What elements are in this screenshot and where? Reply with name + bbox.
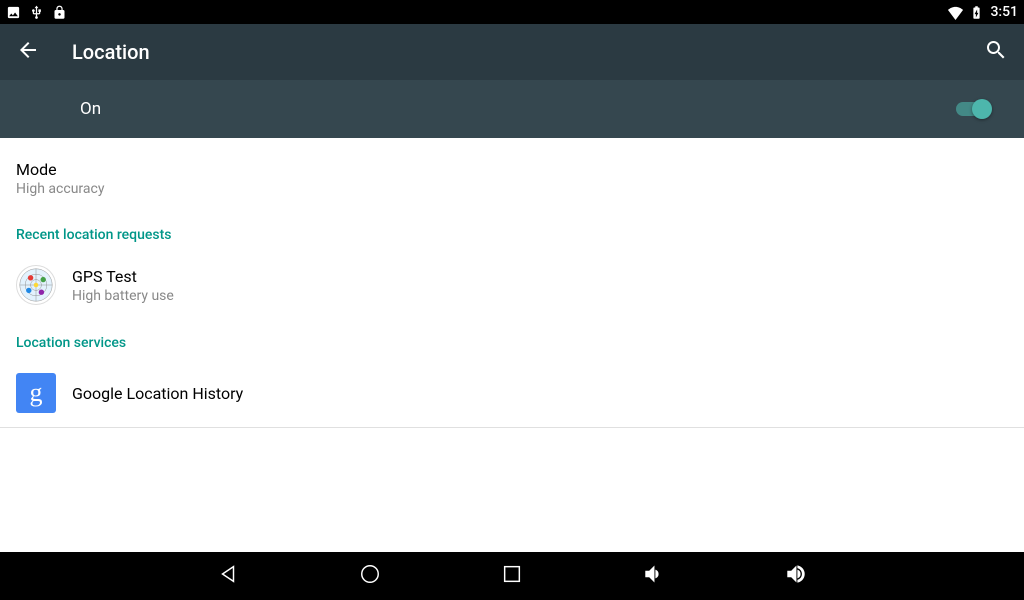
back-icon[interactable]	[16, 38, 40, 66]
nav-recents-icon[interactable]	[501, 563, 523, 589]
app-bar: Location	[0, 24, 1024, 80]
divider	[0, 427, 1024, 428]
service-row[interactable]: g Google Location History	[0, 359, 1024, 427]
nav-volume-down-icon[interactable]	[643, 563, 665, 589]
nav-back-icon[interactable]	[217, 563, 239, 589]
status-time: 3:51	[990, 4, 1018, 20]
service-name: Google Location History	[72, 384, 1008, 403]
mode-title: Mode	[16, 160, 1008, 179]
wifi-icon	[948, 5, 963, 20]
section-recent-requests: Recent location requests	[0, 211, 1024, 251]
search-icon[interactable]	[984, 38, 1008, 66]
navigation-bar	[0, 552, 1024, 600]
master-toggle-switch[interactable]	[954, 99, 992, 119]
section-location-services: Location services	[0, 319, 1024, 359]
battery-charging-icon	[969, 5, 984, 20]
master-toggle-row[interactable]: On	[0, 80, 1024, 138]
mode-subtitle: High accuracy	[16, 181, 1008, 197]
gps-test-app-icon	[16, 265, 56, 305]
gallery-icon	[6, 5, 21, 20]
settings-list: Mode High accuracy Recent location reque…	[0, 138, 1024, 428]
page-title: Location	[72, 40, 984, 64]
recent-app-sub: High battery use	[72, 288, 1008, 304]
mode-row[interactable]: Mode High accuracy	[0, 146, 1024, 211]
recent-app-row[interactable]: GPS Test High battery use	[0, 251, 1024, 319]
recent-app-name: GPS Test	[72, 267, 1008, 286]
status-bar: 3:51	[0, 0, 1024, 24]
nav-volume-up-icon[interactable]	[785, 563, 807, 589]
master-toggle-label: On	[80, 99, 954, 119]
usb-icon	[29, 5, 44, 20]
lock-icon	[52, 5, 67, 20]
google-app-icon: g	[16, 373, 56, 413]
nav-home-icon[interactable]	[359, 563, 381, 589]
